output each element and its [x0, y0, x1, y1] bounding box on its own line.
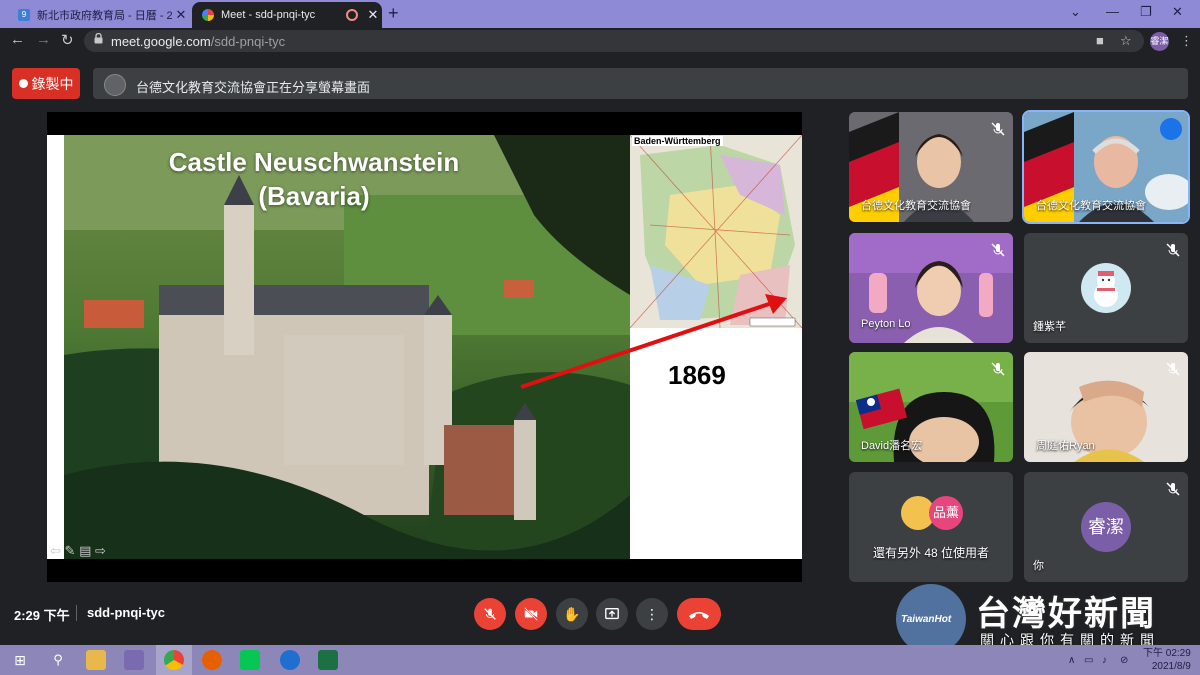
- kebab-menu-icon: ⋮: [645, 605, 659, 622]
- close-tab-icon[interactable]: ✕: [364, 7, 382, 23]
- more-participants-label: 還有另外 48 位使用者: [872, 546, 990, 560]
- close-window-button[interactable]: ✕: [1172, 4, 1183, 20]
- self-avatar: 睿潔: [1081, 502, 1131, 552]
- recording-label: 錄製中: [31, 75, 74, 92]
- speaking-indicator-icon: [1160, 118, 1182, 140]
- meeting-code[interactable]: sdd-pnqi-tyc: [87, 605, 165, 620]
- camera-toggle-button[interactable]: [515, 598, 547, 630]
- slide-menu-icon[interactable]: ▤: [79, 543, 91, 558]
- mic-muted-icon: [484, 608, 496, 620]
- slide-year: 1869: [668, 360, 726, 390]
- excel-icon[interactable]: [318, 650, 338, 670]
- red-arrow: [520, 294, 787, 389]
- menu-kebab-icon[interactable]: ⋮: [1180, 33, 1193, 49]
- map-title: Baden-Württemberg: [632, 136, 723, 146]
- mic-muted-icon: [991, 243, 1005, 257]
- new-tab-button[interactable]: +: [388, 3, 399, 24]
- end-call-button[interactable]: [677, 598, 721, 630]
- record-dot-icon: [18, 79, 28, 88]
- profile-avatar[interactable]: 睿潔: [1150, 32, 1169, 51]
- windows-start-icon[interactable]: ⊞: [10, 650, 30, 670]
- slide-next-icon[interactable]: ⇨: [95, 543, 106, 558]
- camera-off-icon: [524, 607, 538, 621]
- network-icon[interactable]: ▭: [1084, 655, 1093, 666]
- internet-explorer-icon[interactable]: [280, 650, 300, 670]
- restore-button[interactable]: ❐: [1140, 4, 1152, 20]
- close-tab-icon[interactable]: ✕: [172, 7, 190, 23]
- watermark-logo-text: TaiwanHot: [901, 614, 952, 625]
- tray-chevron-icon[interactable]: ∧: [1068, 655, 1075, 666]
- participant-name: 你: [1033, 560, 1044, 572]
- reload-icon[interactable]: ↻: [61, 31, 74, 49]
- recording-button[interactable]: 錄製中: [12, 68, 80, 99]
- snowman-icon: [1094, 271, 1118, 307]
- participant-avatar: [1081, 263, 1131, 313]
- slide-prev-icon[interactable]: ⇦: [50, 543, 61, 558]
- tab-calendar[interactable]: 9 新北市政府教育局 - 日曆 - 2021 ✕: [8, 2, 190, 28]
- tab-title: Meet - sdd-pnqi-tyc: [221, 9, 316, 21]
- line-icon[interactable]: [240, 650, 260, 670]
- file-explorer-icon[interactable]: [86, 650, 106, 670]
- slide-title: Castle Neuschwanstein (Bavaria): [168, 147, 460, 211]
- participant-name: 台德文化教育交流協會: [1036, 200, 1146, 212]
- lock-icon[interactable]: [94, 33, 103, 44]
- self-tile[interactable]: 睿潔 你: [1024, 472, 1188, 582]
- presenting-text: 台德文化教育交流協會正在分享螢幕畫面: [136, 80, 371, 95]
- bookmark-star-icon[interactable]: ☆: [1120, 33, 1132, 49]
- mic-muted-icon: [991, 362, 1005, 376]
- paint-icon[interactable]: [124, 650, 144, 670]
- search-icon[interactable]: ⚲: [48, 650, 68, 670]
- participant-name: David潘名宏: [861, 440, 923, 452]
- slide-pen-icon[interactable]: ✎: [65, 543, 76, 558]
- forward-arrow-icon[interactable]: →: [36, 31, 51, 48]
- present-now-button[interactable]: [596, 598, 628, 630]
- slide-controls[interactable]: ⇦ ✎ ▤ ⇨: [50, 543, 106, 559]
- tab-search-icon[interactable]: ⌄: [1070, 4, 1081, 20]
- participant-tile[interactable]: 台德文化教育交流協會: [1022, 110, 1190, 224]
- more-options-button[interactable]: ⋮: [636, 598, 668, 630]
- watermark-title: 台灣好新聞: [976, 595, 1156, 633]
- url-text[interactable]: meet.google.com/sdd-pnqi-tyc: [111, 34, 285, 49]
- participant-name: Peyton Lo: [861, 318, 911, 330]
- raise-hand-button[interactable]: ✋: [556, 598, 588, 630]
- divider: [76, 605, 77, 621]
- participant-name: 周庭佑Ryan: [1036, 440, 1095, 452]
- calendar-favicon-icon: 9: [18, 9, 30, 21]
- hang-up-icon: [689, 612, 709, 619]
- mic-muted-icon: [1166, 243, 1180, 257]
- participant-tile[interactable]: 周庭佑Ryan: [1024, 352, 1188, 462]
- tab-title: 新北市政府教育局 - 日曆 - 2021: [37, 10, 172, 22]
- more-participants-tile[interactable]: 品薰 還有另外 48 位使用者: [849, 472, 1013, 582]
- participant-name: 鍾紫芊: [1033, 321, 1066, 333]
- firefox-icon[interactable]: [202, 650, 222, 670]
- tab-meet[interactable]: Meet - sdd-pnqi-tyc ✕: [192, 2, 382, 28]
- participant-tile[interactable]: 鍾紫芊: [1024, 233, 1188, 343]
- participant-name: 台德文化教育交流協會: [861, 200, 971, 212]
- mic-muted-icon: [1166, 482, 1180, 496]
- minimize-button[interactable]: —: [1106, 4, 1119, 19]
- back-arrow-icon[interactable]: ←: [10, 31, 25, 48]
- camera-in-use-icon[interactable]: ■: [1096, 33, 1104, 48]
- hand-icon: ✋: [563, 605, 581, 622]
- participant-avatar: 品薰: [929, 496, 963, 530]
- mic-muted-icon: [991, 122, 1005, 136]
- chrome-icon[interactable]: [164, 650, 184, 670]
- meeting-clock: 2:29 下午: [14, 608, 70, 623]
- meet-favicon-icon: [202, 9, 214, 21]
- presenter-avatar: [104, 74, 126, 96]
- participant-tile[interactable]: 台德文化教育交流協會: [849, 112, 1013, 222]
- participant-tile[interactable]: Peyton Lo: [849, 233, 1013, 343]
- volume-icon[interactable]: ♪: [1102, 655, 1107, 666]
- taskbar-clock[interactable]: 下午 02:29 2021/8/9: [1143, 647, 1191, 673]
- recording-indicator-icon: [346, 9, 358, 21]
- present-screen-icon: [605, 608, 619, 620]
- notification-icon[interactable]: ⊘: [1120, 655, 1128, 666]
- participant-tile[interactable]: David潘名宏: [849, 352, 1013, 462]
- mic-toggle-button[interactable]: [474, 598, 506, 630]
- mic-muted-icon: [1166, 362, 1180, 376]
